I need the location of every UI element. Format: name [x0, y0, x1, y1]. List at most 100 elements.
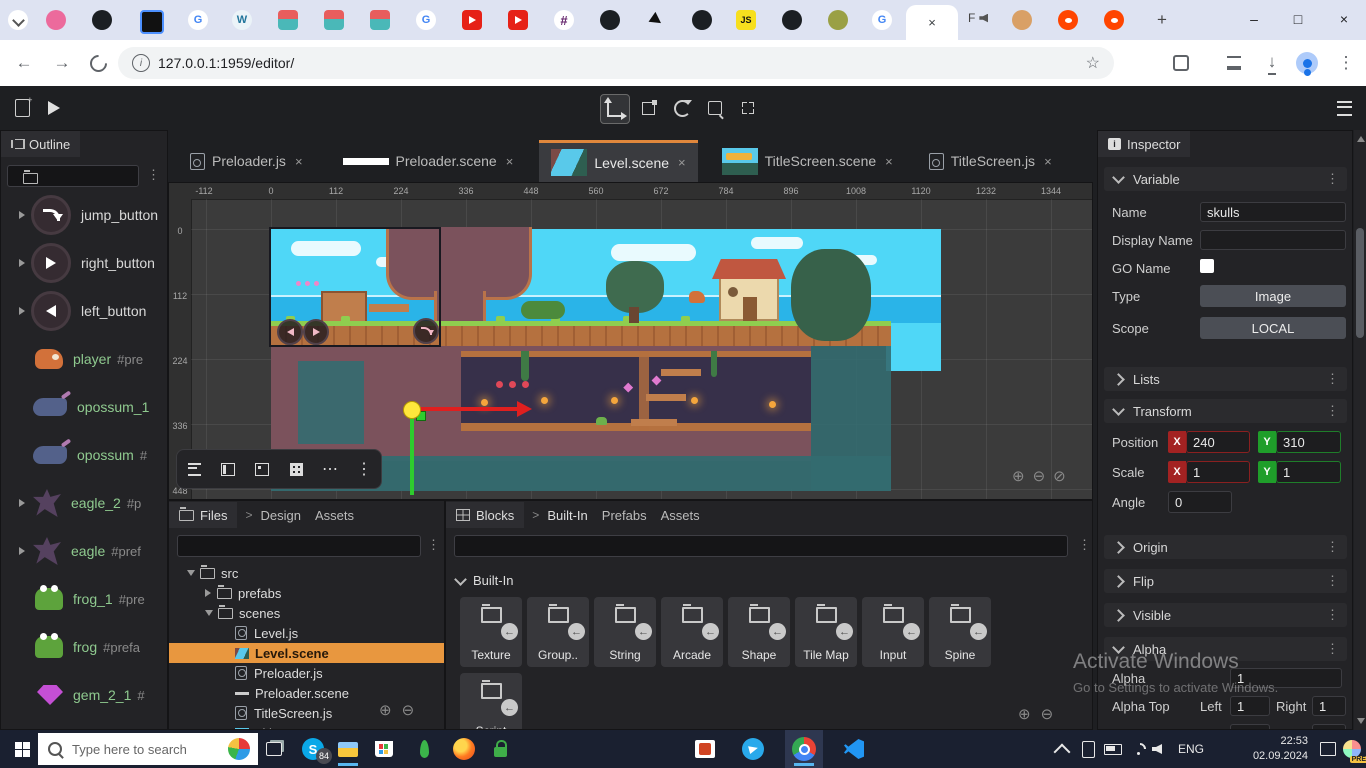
level-player-sprite[interactable]: [689, 291, 705, 303]
pinned-tab-cursor-icon[interactable]: [646, 10, 666, 30]
rotate-tool-icon[interactable]: [668, 94, 696, 122]
tray-chevron-icon[interactable]: [1054, 744, 1071, 761]
go-name-checkbox[interactable]: [1200, 259, 1214, 273]
close-tab-icon[interactable]: ×: [1044, 154, 1052, 169]
section-lists[interactable]: Lists ⋮: [1104, 367, 1347, 391]
scrollbar-thumb[interactable]: [1356, 228, 1364, 338]
active-browser-tab[interactable]: ×: [906, 5, 958, 40]
section-kebab-icon[interactable]: ⋮: [1326, 607, 1339, 623]
pinned-tab-slack-icon[interactable]: #: [554, 10, 574, 30]
blocks-tab[interactable]: Blocks: [446, 502, 524, 528]
zoom-in-icon[interactable]: ⊕: [1018, 705, 1031, 723]
telegram-icon[interactable]: [741, 737, 765, 761]
pinned-tab-google-icon[interactable]: G: [188, 10, 208, 30]
files-crumb-design[interactable]: Design: [260, 508, 300, 523]
outline-item-jump-button[interactable]: jump_button: [1, 191, 167, 239]
level-right-button[interactable]: [303, 319, 329, 345]
zoom-in-icon[interactable]: ⊕: [1012, 467, 1025, 485]
section-kebab-icon[interactable]: ⋮: [1326, 573, 1339, 589]
outline-item-left-button[interactable]: left_button: [1, 287, 167, 335]
alpha-input[interactable]: [1230, 668, 1342, 688]
microsoft-store-icon[interactable]: [372, 737, 396, 761]
profile-avatar[interactable]: [1293, 49, 1321, 77]
fullscreen-tool-icon[interactable]: [734, 94, 762, 122]
sidebar-panel-icon[interactable]: [219, 460, 237, 478]
task-view-button[interactable]: [262, 737, 286, 761]
outline-kebab-icon[interactable]: ⋮: [147, 167, 160, 183]
block-string[interactable]: ←String: [594, 597, 656, 667]
outline-item-eagle-2[interactable]: eagle_2 #p: [1, 479, 167, 527]
zoom-in-icon[interactable]: ⊕: [379, 701, 392, 719]
start-button[interactable]: [10, 737, 34, 761]
pinned-tab-pixel-game-icon[interactable]: [278, 10, 298, 30]
pinned-tab-github-icon[interactable]: [692, 10, 712, 30]
notification-icon[interactable]: [1320, 742, 1336, 756]
remote-lock-icon[interactable]: [488, 737, 512, 761]
ellipsis-icon[interactable]: ⋯: [321, 460, 339, 478]
copilot-icon[interactable]: PRE: [1340, 737, 1364, 761]
gizmo-x-axis[interactable]: [419, 407, 519, 411]
section-kebab-icon[interactable]: ⋮: [1326, 171, 1339, 187]
pinned-tab-reddit-icon[interactable]: [1104, 10, 1124, 30]
position-y-input[interactable]: [1276, 431, 1341, 453]
block-input[interactable]: ←Input: [862, 597, 924, 667]
file-row-level-js[interactable]: Level.js: [169, 623, 445, 643]
block-script[interactable]: ←Script: [460, 673, 522, 730]
block-tilemap[interactable]: ←Tile Map: [795, 597, 857, 667]
play-button[interactable]: [40, 94, 68, 122]
level-left-button[interactable]: [277, 319, 303, 345]
audio-browser-tab[interactable]: F: [968, 11, 988, 25]
zoom-out-icon[interactable]: ⊖: [1041, 705, 1054, 723]
vscode-icon[interactable]: [842, 737, 866, 761]
file-explorer-icon[interactable]: [336, 737, 360, 761]
zoom-out-icon[interactable]: ⊖: [402, 701, 415, 719]
alpha-top-right-input[interactable]: [1312, 696, 1346, 716]
window-close-button[interactable]: ×: [1322, 0, 1366, 38]
zoom-out-icon[interactable]: ⊖: [1033, 467, 1046, 485]
chrome-menu-kebab-icon[interactable]: ⋮: [1332, 49, 1360, 77]
section-kebab-icon[interactable]: ⋮: [1326, 403, 1339, 419]
forward-icon[interactable]: →: [48, 49, 76, 77]
section-kebab-icon[interactable]: ⋮: [1326, 641, 1339, 657]
scene-canvas[interactable]: -112 0 112 224 336 448 560 672 784 896 1…: [168, 182, 1093, 500]
blocks-search-input[interactable]: [454, 535, 1068, 557]
window-minimize-button[interactable]: –: [1232, 0, 1276, 38]
section-transform[interactable]: Transform ⋮: [1104, 399, 1347, 423]
blocks-crumb-prefabs[interactable]: Prefabs: [602, 508, 647, 523]
zoom-reset-icon[interactable]: ⊘: [1053, 467, 1066, 485]
section-alpha[interactable]: Alpha ⋮: [1104, 637, 1347, 661]
block-shape[interactable]: ←Shape: [728, 597, 790, 667]
outline-item-gem-2-1[interactable]: gem_2_1 #: [1, 671, 167, 719]
mongodb-icon[interactable]: [412, 737, 436, 761]
pinned-tab-notion-icon[interactable]: [140, 10, 164, 34]
scope-button[interactable]: LOCAL: [1200, 317, 1346, 339]
pinned-tab-youtube-icon[interactable]: [462, 10, 482, 30]
pinned-tab-google-icon[interactable]: G: [872, 10, 892, 30]
dot-box-icon[interactable]: [253, 460, 271, 478]
block-group[interactable]: ←Group..: [527, 597, 589, 667]
section-kebab-icon[interactable]: ⋮: [1326, 371, 1339, 387]
section-variable[interactable]: Variable ⋮: [1104, 167, 1347, 191]
scale-x-input[interactable]: [1186, 461, 1250, 483]
outline-item-right-button[interactable]: right_button: [1, 239, 167, 287]
gizmo-x-arrowhead[interactable]: [517, 401, 532, 417]
reload-icon[interactable]: [84, 49, 112, 77]
blocks-crumb-assets[interactable]: Assets: [661, 508, 700, 523]
outline-item-frog-1[interactable]: frog_1 #pre: [1, 575, 167, 623]
gizmo-origin-handle[interactable]: [403, 401, 421, 419]
file-row-src[interactable]: src: [169, 563, 445, 583]
section-visible[interactable]: Visible ⋮: [1104, 603, 1347, 627]
close-tab-icon[interactable]: ×: [678, 155, 686, 170]
level-jump-button[interactable]: [413, 318, 439, 344]
section-kebab-icon[interactable]: ⋮: [1326, 539, 1339, 555]
scroll-up-icon[interactable]: [1357, 136, 1365, 142]
outline-item-opossum-1[interactable]: opossum_1: [1, 383, 167, 431]
zoom-region-tool-icon[interactable]: [701, 94, 729, 122]
files-kebab-icon[interactable]: ⋮: [427, 537, 440, 553]
grid-icon[interactable]: [287, 460, 305, 478]
tab-preloader-js[interactable]: Preloader.js ×: [178, 140, 315, 182]
level-frog-sprite[interactable]: [596, 417, 607, 425]
window-maximize-button[interactable]: □: [1276, 0, 1320, 38]
tab-search-chevron-icon[interactable]: [8, 10, 28, 30]
powerpoint-icon[interactable]: [693, 737, 717, 761]
